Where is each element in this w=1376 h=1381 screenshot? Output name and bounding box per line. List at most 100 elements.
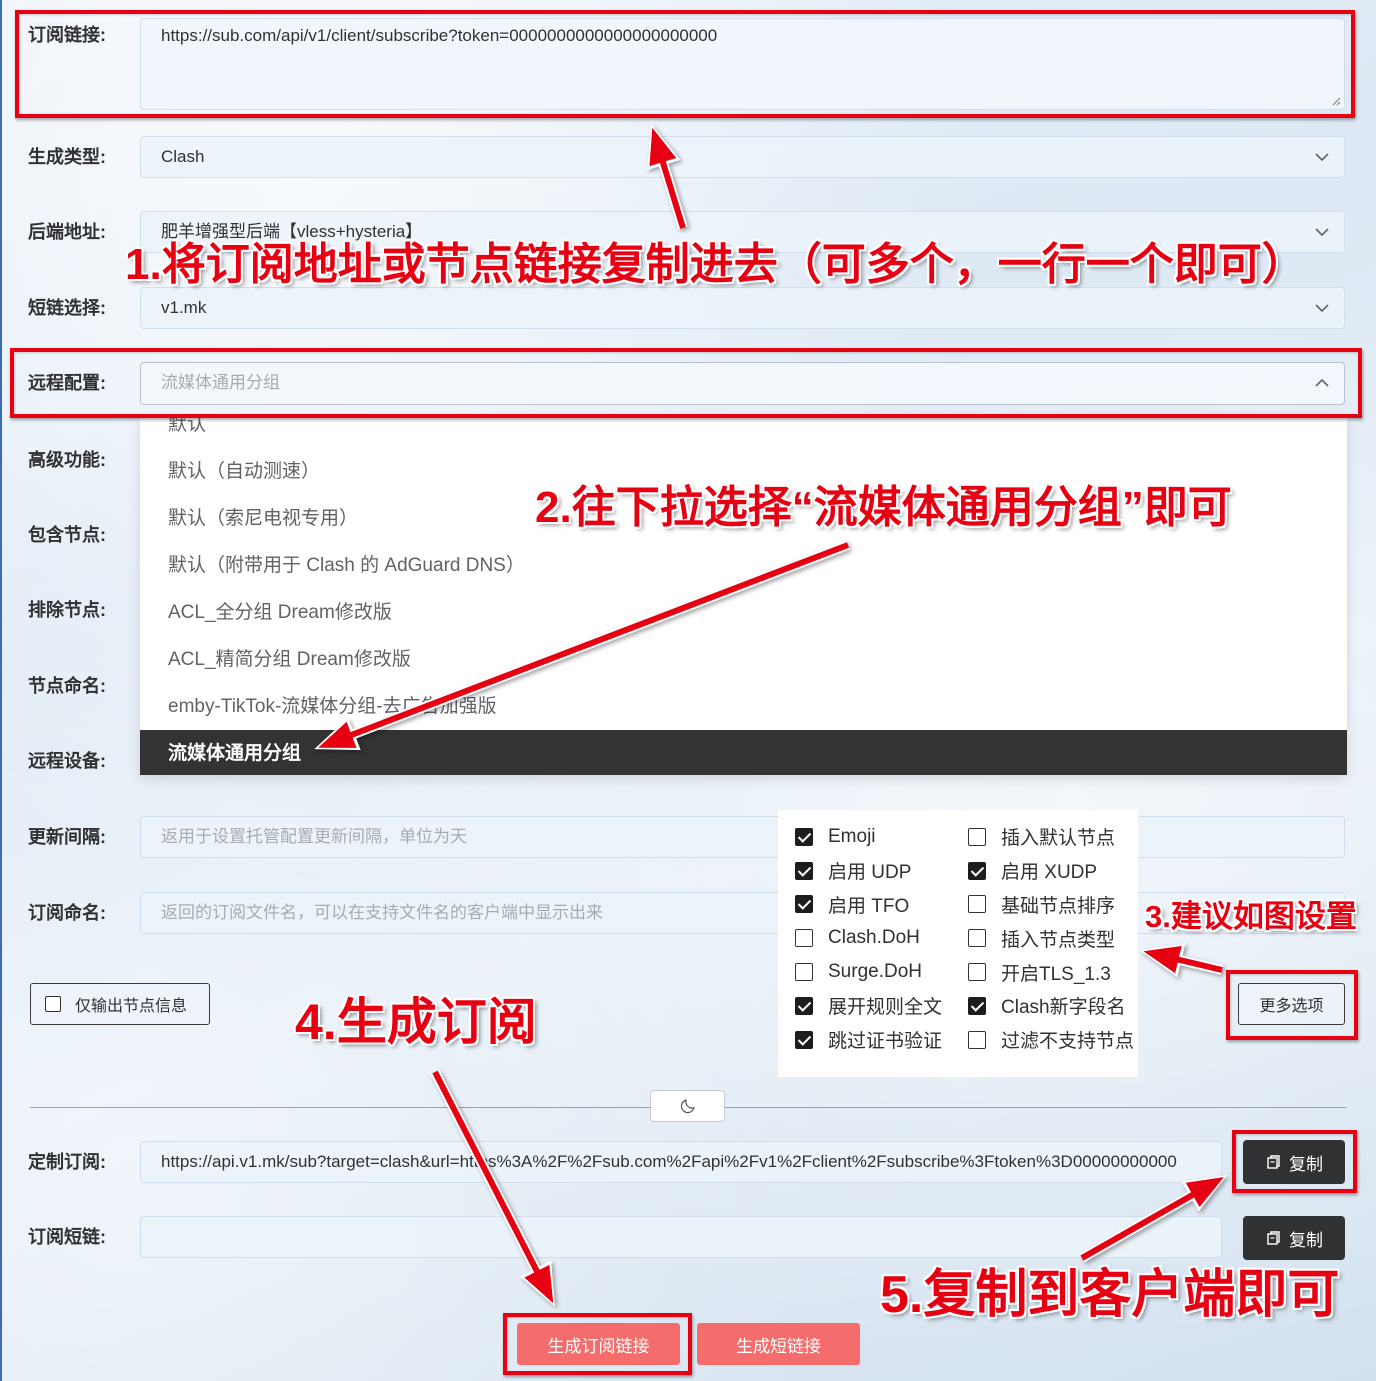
label-short-link-select: 短链选择: <box>28 298 106 318</box>
remote-config-placeholder: 流媒体通用分组 <box>161 373 280 392</box>
subscription-name-placeholder: 返回的订阅文件名，可以在支持文件名的客户端中显示出来 <box>161 903 603 922</box>
option-label: 基础节点排序 <box>1001 895 1116 917</box>
generate-short-link-button[interactable]: 生成短链接 <box>697 1323 860 1365</box>
option-expand-rules[interactable]: 展开规则全文 <box>795 989 968 1023</box>
option-surge-doh[interactable]: Surge.DoH <box>795 955 968 989</box>
custom-subscription-value: https://api.v1.mk/sub?target=clash&url=h… <box>161 1152 1177 1171</box>
tfo-checkbox[interactable] <box>795 895 813 914</box>
copy-icon <box>1267 1231 1280 1245</box>
node-info-only-box[interactable] <box>45 996 61 1012</box>
annotation-step1: 1.将订阅地址或节点链接复制进去（可多个，一行一个即可） <box>125 240 1306 289</box>
option-label: Clash新字段名 <box>1001 997 1126 1019</box>
option-label: 启用 UDP <box>828 862 912 884</box>
udp-checkbox[interactable] <box>795 861 813 880</box>
theme-toggle-button[interactable] <box>650 1090 725 1122</box>
label-remote-device: 远程设备: <box>28 751 106 771</box>
resize-handle-icon[interactable] <box>1331 96 1341 106</box>
remote-config-option[interactable]: 默认 <box>140 418 1347 448</box>
node-info-only-label: 仅输出节点信息 <box>75 998 188 1015</box>
option-insert-default-node[interactable]: 插入默认节点 <box>968 820 1138 854</box>
annotation-step4: 4.生成订阅 <box>295 994 537 1050</box>
node-info-only-checkbox[interactable]: 仅输出节点信息 <box>30 983 210 1025</box>
subscription-link-textarea[interactable]: https://sub.com/api/v1/client/subscribe?… <box>140 18 1345 110</box>
remote-config-option[interactable]: 流媒体通用分组 <box>140 730 1347 775</box>
label-update-interval: 更新间隔: <box>28 827 106 847</box>
option-filter-unsupported[interactable]: 过滤不支持节点 <box>968 1023 1138 1057</box>
remote-config-option[interactable]: emby-TikTok-流媒体分组-去广告加强版 <box>140 683 1347 730</box>
option-label: 启用 XUDP <box>1001 862 1098 884</box>
copy-short-link-button[interactable]: 复制 <box>1243 1216 1345 1260</box>
insert-node-type-checkbox[interactable] <box>968 929 986 948</box>
moon-icon <box>680 1099 695 1114</box>
short-link-input[interactable] <box>140 1216 1222 1258</box>
expand-rules-checkbox[interactable] <box>795 996 813 1015</box>
more-options-label: 更多选项 <box>1259 998 1324 1015</box>
update-interval-placeholder: 返用于设置托管配置更新间隔，单位为天 <box>161 827 467 846</box>
option-clash-new-field[interactable]: Clash新字段名 <box>968 989 1138 1023</box>
tls13-checkbox[interactable] <box>968 963 986 982</box>
label-advanced: 高级功能: <box>28 450 106 470</box>
more-options-popup: Emoji 插入默认节点 启用 UDP 启用 XUDP 启用 TFO 基础节点排… <box>778 810 1138 1077</box>
subscription-converter-page: 订阅链接: https://sub.com/api/v1/client/subs… <box>0 0 1376 1381</box>
copy-label: 复制 <box>1289 1230 1323 1250</box>
option-label: 展开规则全文 <box>828 997 943 1019</box>
label-subscription-name: 订阅命名: <box>28 903 106 923</box>
option-label: 启用 TFO <box>828 895 910 917</box>
more-options-button[interactable]: 更多选项 <box>1238 983 1345 1025</box>
option-skip-cert-verify[interactable]: 跳过证书验证 <box>795 1023 968 1057</box>
option-clash-doh[interactable]: Clash.DoH <box>795 921 968 955</box>
emoji-checkbox[interactable] <box>795 827 813 846</box>
surge-doh-checkbox[interactable] <box>795 963 813 982</box>
annotation-step3: 3.建议如图设置 <box>1145 899 1357 934</box>
option-tfo[interactable]: 启用 TFO <box>795 888 968 922</box>
subscription-link-value: https://sub.com/api/v1/client/subscribe?… <box>161 26 718 45</box>
label-short-link: 订阅短链: <box>28 1227 106 1247</box>
chevron-down-icon <box>1315 153 1329 162</box>
option-sort-nodes[interactable]: 基础节点排序 <box>968 888 1138 922</box>
copy-custom-subscription-button[interactable]: 复制 <box>1243 1140 1345 1184</box>
generate-type-select[interactable]: Clash <box>140 136 1345 178</box>
copy-icon <box>1267 1155 1280 1169</box>
insert-default-node-checkbox[interactable] <box>968 827 986 846</box>
label-include-nodes: 包含节点: <box>28 525 106 545</box>
generate-subscription-button[interactable]: 生成订阅链接 <box>517 1323 680 1365</box>
label-subscription-link: 订阅链接: <box>28 25 106 45</box>
option-udp[interactable]: 启用 UDP <box>795 854 968 888</box>
generate-type-value: Clash <box>161 147 205 166</box>
option-label: Emoji <box>828 825 876 847</box>
arrow-step3 <box>1139 943 1224 978</box>
clash-new-field-checkbox[interactable] <box>968 996 986 1015</box>
filter-unsupported-checkbox[interactable] <box>968 1030 986 1049</box>
remote-config-option[interactable]: ACL_精简分组 Dream修改版 <box>140 636 1347 683</box>
label-generate-type: 生成类型: <box>28 147 106 167</box>
chevron-down-icon <box>1315 228 1329 237</box>
label-node-naming: 节点命名: <box>28 676 106 696</box>
skip-cert-verify-checkbox[interactable] <box>795 1030 813 1049</box>
label-remote-config: 远程配置: <box>28 373 106 393</box>
option-tls13[interactable]: 开启TLS_1.3 <box>968 955 1138 989</box>
remote-config-select[interactable]: 流媒体通用分组 <box>140 362 1345 405</box>
label-exclude-nodes: 排除节点: <box>28 600 106 620</box>
xudp-checkbox[interactable] <box>968 861 986 880</box>
remote-config-option[interactable]: ACL_全分组 Dream修改版 <box>140 589 1347 636</box>
short-link-select[interactable]: v1.mk <box>140 287 1345 329</box>
option-xudp[interactable]: 启用 XUDP <box>968 854 1138 888</box>
option-label: 插入节点类型 <box>1001 929 1116 951</box>
option-label: 插入默认节点 <box>1001 828 1116 850</box>
clash-doh-checkbox[interactable] <box>795 929 813 948</box>
option-insert-node-type[interactable]: 插入节点类型 <box>968 921 1138 955</box>
update-interval-input[interactable]: 返用于设置托管配置更新间隔，单位为天 <box>140 816 1345 858</box>
sort-nodes-checkbox[interactable] <box>968 895 986 914</box>
chevron-up-icon <box>1315 378 1329 387</box>
short-link-select-value: v1.mk <box>161 298 207 317</box>
option-label: 开启TLS_1.3 <box>1001 963 1111 985</box>
chevron-down-icon <box>1315 304 1329 313</box>
remote-config-option[interactable]: 默认（附带用于 Clash 的 AdGuard DNS） <box>140 542 1347 589</box>
custom-subscription-input[interactable]: https://api.v1.mk/sub?target=clash&url=h… <box>140 1141 1222 1183</box>
label-backend: 后端地址: <box>28 222 106 242</box>
option-emoji[interactable]: Emoji <box>795 820 968 854</box>
label-custom-subscription: 定制订阅: <box>28 1152 106 1172</box>
copy-label: 复制 <box>1289 1154 1323 1174</box>
option-label: Clash.DoH <box>828 927 920 949</box>
remote-config-dropdown: 默认 默认（自动测速） 默认（索尼电视专用） 默认（附带用于 Clash 的 A… <box>140 418 1347 775</box>
